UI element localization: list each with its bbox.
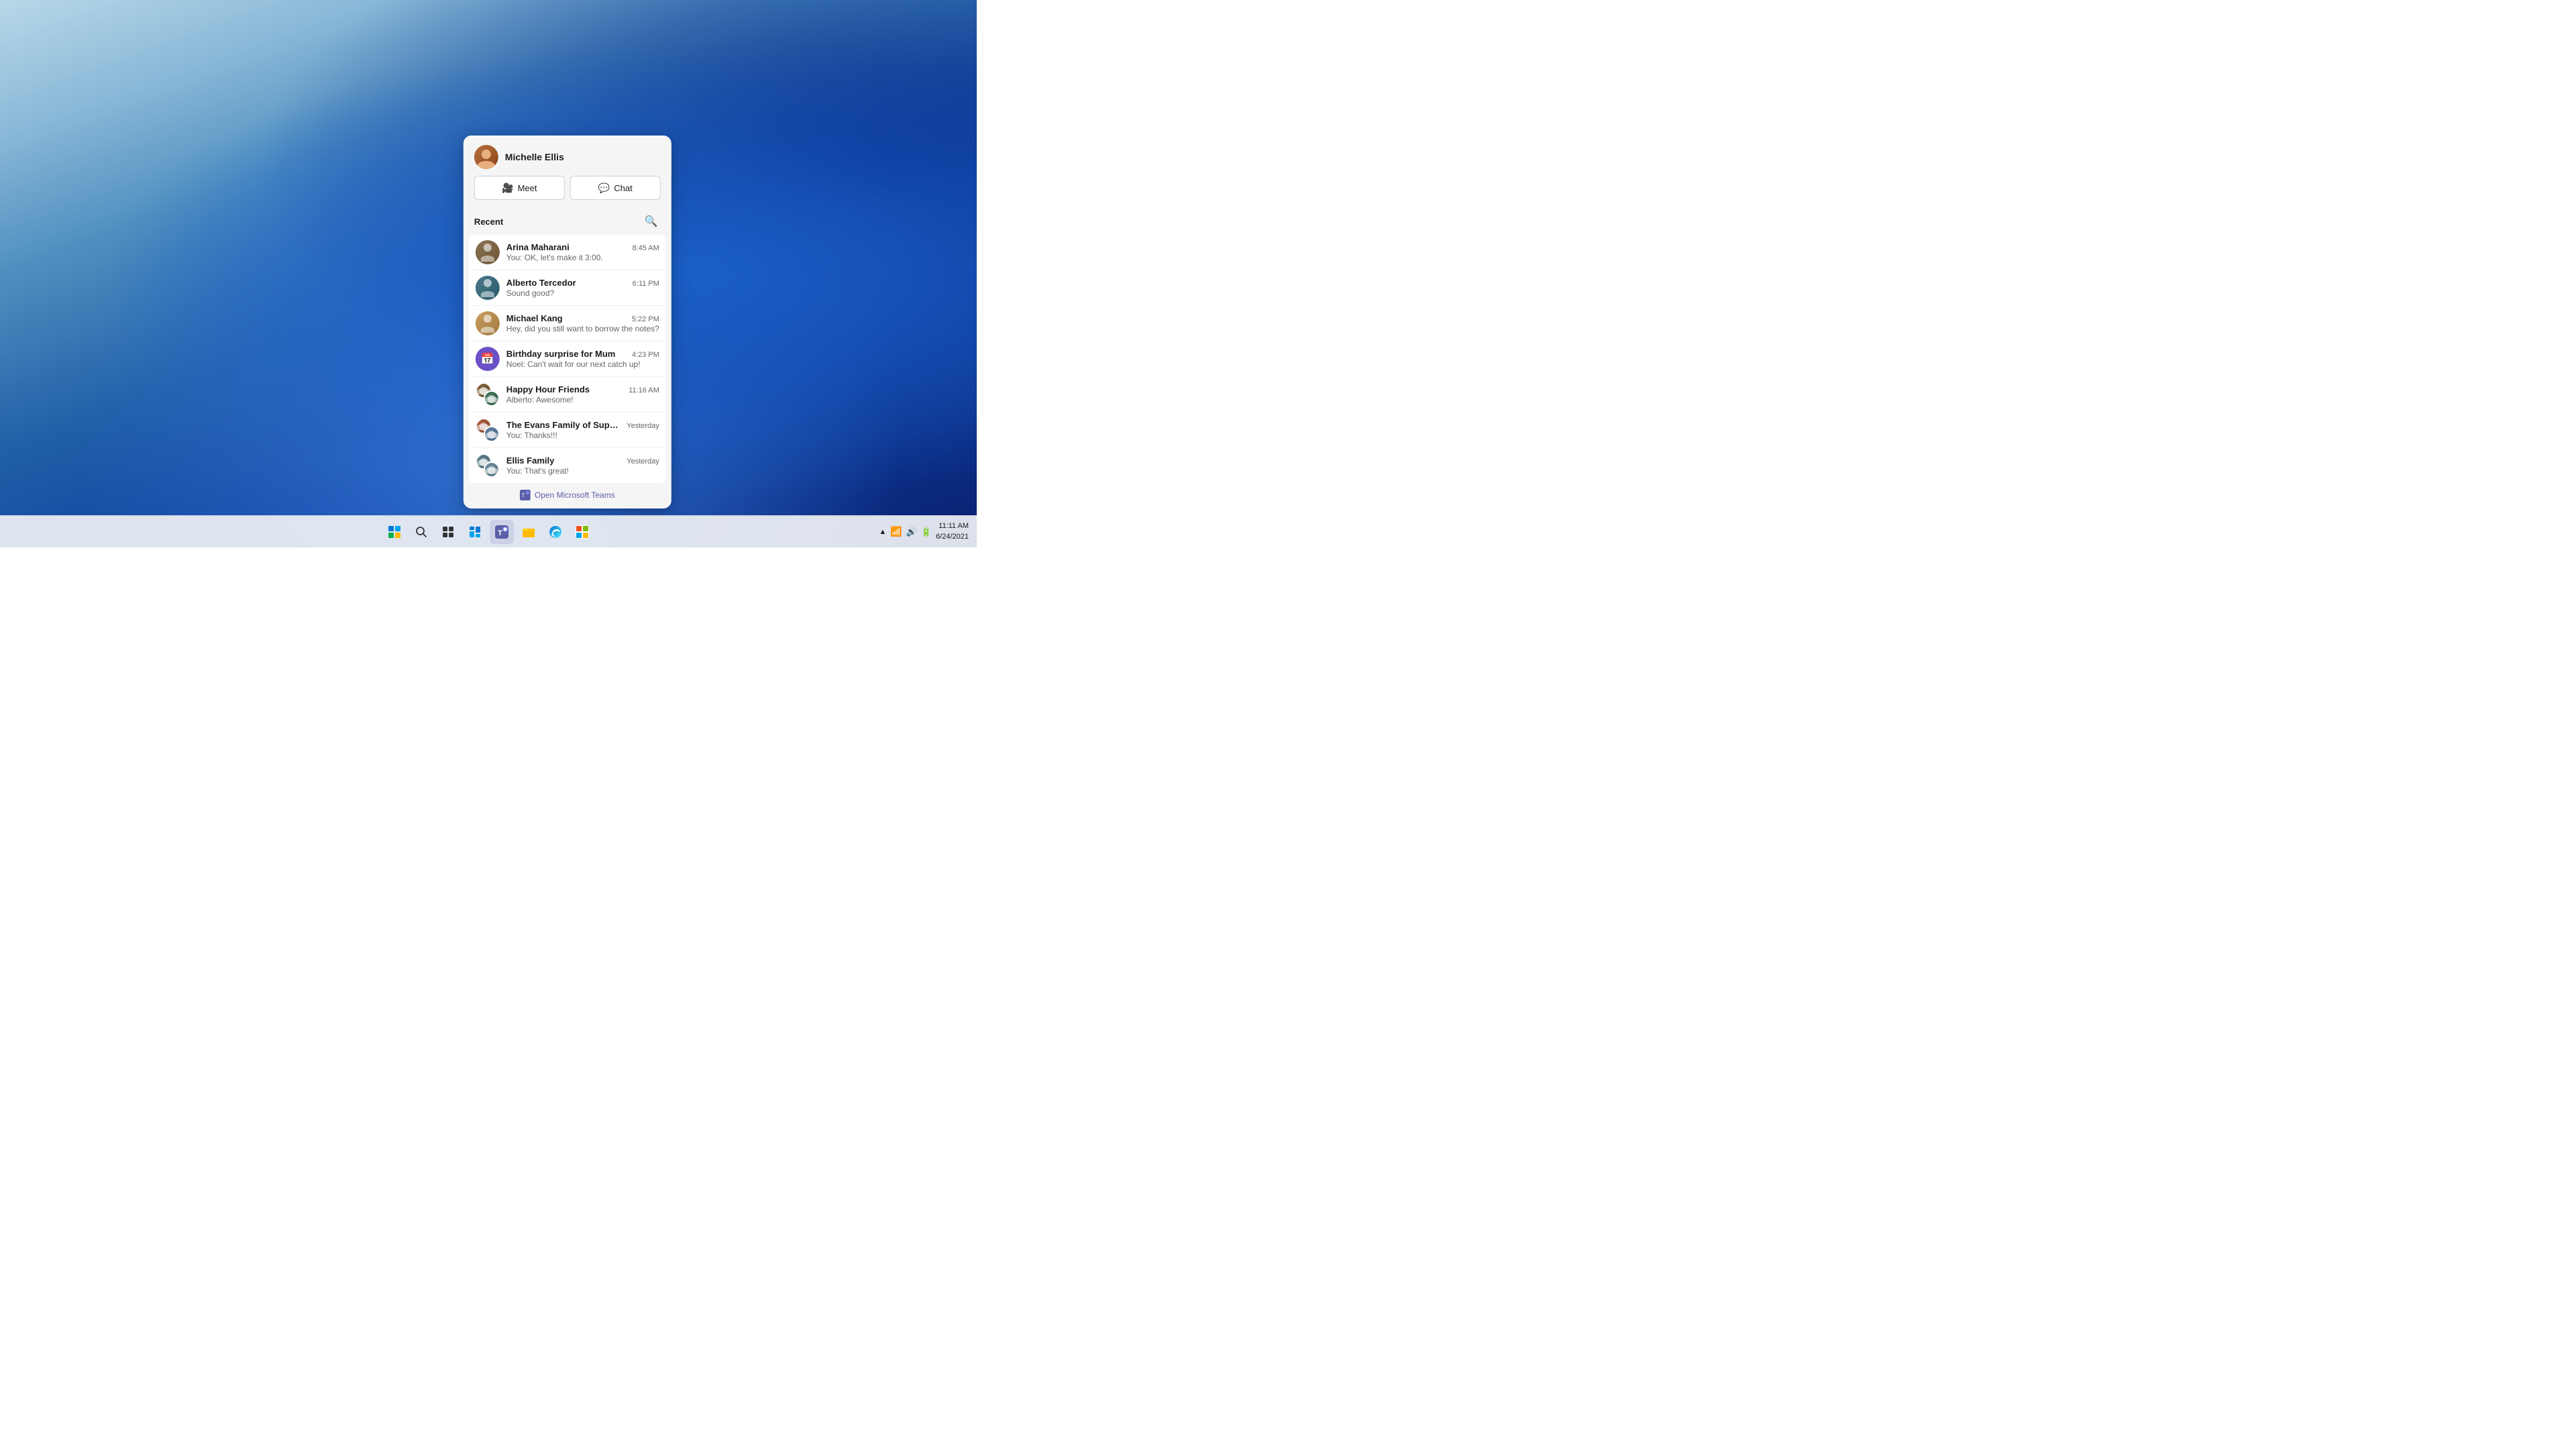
calendar-icon: 📅	[481, 352, 494, 366]
avatar-ellis	[476, 453, 500, 478]
chat-name-evans: The Evans Family of Supers	[506, 420, 621, 430]
popup-actions: 🎥 Meet 💬 Chat	[464, 176, 672, 208]
video-icon: 🎥	[502, 182, 513, 194]
widgets-button[interactable]	[463, 520, 487, 544]
chat-time-evans: Yesterday	[627, 422, 659, 430]
chat-label: Chat	[614, 183, 632, 193]
chat-time-alberto: 6:11 PM	[633, 280, 659, 288]
edge-button[interactable]	[543, 520, 568, 544]
chat-info-birthday: Birthday surprise for Mum 4:23 PM Noel: …	[506, 349, 659, 369]
taskbar-right: ▲ 📶 🔊 🔋 11:11 AM 6/24/2021	[879, 521, 977, 542]
chat-info-michael: Michael Kang 5:22 PM Hey, did you still …	[506, 313, 659, 333]
teams-taskbar-icon: T	[495, 525, 508, 539]
store-button[interactable]	[570, 520, 594, 544]
chat-item-evans[interactable]: The Evans Family of Supers Yesterday You…	[469, 413, 666, 448]
chat-info-arina: Arina Maharani 8:45 AM You: OK, let's ma…	[506, 242, 659, 262]
search-recent-button[interactable]: 🔍	[642, 212, 661, 231]
teams-taskbar-button[interactable]: T	[490, 520, 514, 544]
clock-time: 11:11 AM	[936, 521, 969, 531]
avatar-evans	[476, 418, 500, 442]
popup-header: Michelle Ellis	[464, 136, 672, 176]
chat-list: Arina Maharani 8:45 AM You: OK, let's ma…	[469, 235, 666, 483]
avatar-arina	[476, 240, 500, 264]
chat-preview-birthday: Noel: Can't wait for our next catch up!	[506, 360, 659, 369]
popup-username: Michelle Ellis	[505, 152, 564, 162]
chat-item-happy[interactable]: Happy Hour Friends 11:16 AM Alberto: Awe…	[469, 377, 666, 413]
chat-button[interactable]: 💬 Chat	[570, 176, 661, 200]
recent-header: Recent 🔍	[464, 208, 672, 235]
taskview-button[interactable]	[436, 520, 460, 544]
meet-label: Meet	[518, 183, 537, 193]
svg-text:T: T	[522, 493, 525, 499]
chat-name-arina: Arina Maharani	[506, 242, 570, 252]
windows-logo	[388, 526, 400, 538]
clock-date: 6/24/2021	[936, 532, 969, 542]
teams-chat-popup: Michelle Ellis 🎥 Meet 💬 Chat Recent 🔍	[464, 136, 672, 508]
chat-time-arina: 8:45 AM	[632, 244, 659, 252]
teams-icon: T	[520, 490, 531, 500]
user-avatar	[474, 145, 498, 169]
chat-icon: 💬	[598, 182, 610, 194]
widgets-icon	[469, 526, 481, 538]
taskbar-center: T	[382, 520, 594, 544]
chevron-icon[interactable]: ▲	[879, 528, 886, 536]
chat-preview-happy: Alberto: Awesome!	[506, 395, 659, 405]
open-teams-label: Open Microsoft Teams	[535, 490, 615, 500]
svg-text:T: T	[498, 529, 502, 537]
chat-info-happy: Happy Hour Friends 11:16 AM Alberto: Awe…	[506, 384, 659, 405]
volume-icon[interactable]: 🔊	[906, 527, 917, 537]
popup-footer[interactable]: T Open Microsoft Teams	[464, 483, 672, 508]
chat-preview-michael: Hey, did you still want to borrow the no…	[506, 324, 659, 333]
chat-item-alberto[interactable]: Alberto Tercedor 6:11 PM Sound good?	[469, 270, 666, 306]
search-taskbar-button[interactable]	[409, 520, 433, 544]
chat-time-ellis: Yesterday	[627, 458, 659, 466]
chat-info-ellis: Ellis Family Yesterday You: That's great…	[506, 455, 659, 476]
system-tray: ▲ 📶 🔊 🔋	[879, 526, 932, 537]
start-button[interactable]	[382, 520, 407, 544]
chat-item-ellis[interactable]: Ellis Family Yesterday You: That's great…	[469, 448, 666, 483]
meet-button[interactable]: 🎥 Meet	[474, 176, 565, 200]
chat-info-alberto: Alberto Tercedor 6:11 PM Sound good?	[506, 278, 659, 298]
chat-item-michael[interactable]: Michael Kang 5:22 PM Hey, did you still …	[469, 306, 666, 341]
chat-name-birthday: Birthday surprise for Mum	[506, 349, 616, 359]
chat-preview-ellis: You: That's great!	[506, 466, 659, 476]
chat-name-ellis: Ellis Family	[506, 455, 555, 466]
avatar-birthday: 📅	[476, 347, 500, 371]
chat-preview-alberto: Sound good?	[506, 288, 659, 298]
search-taskbar-icon	[415, 526, 427, 538]
desktop: Michelle Ellis 🎥 Meet 💬 Chat Recent 🔍	[0, 0, 977, 547]
chat-info-evans: The Evans Family of Supers Yesterday You…	[506, 420, 659, 440]
taskbar-clock[interactable]: 11:11 AM 6/24/2021	[936, 521, 969, 542]
chat-preview-arina: You: OK, let's make it 3:00.	[506, 253, 659, 262]
chat-name-alberto: Alberto Tercedor	[506, 278, 576, 288]
avatar-alberto	[476, 276, 500, 300]
chat-item-birthday[interactable]: 📅 Birthday surprise for Mum 4:23 PM Noel…	[469, 341, 666, 377]
taskbar: T	[0, 515, 977, 547]
chat-time-michael: 5:22 PM	[632, 315, 659, 323]
battery-icon[interactable]: 🔋	[921, 527, 932, 537]
explorer-button[interactable]	[517, 520, 541, 544]
recent-label: Recent	[474, 217, 503, 227]
avatar-happy	[476, 382, 500, 407]
chat-name-happy: Happy Hour Friends	[506, 384, 590, 394]
store-icon	[576, 525, 589, 539]
explorer-icon	[522, 525, 535, 539]
chat-preview-evans: You: Thanks!!!	[506, 431, 659, 440]
avatar-michael	[476, 311, 500, 335]
chat-name-michael: Michael Kang	[506, 313, 563, 323]
chat-time-happy: 11:16 AM	[629, 386, 659, 394]
wifi-icon[interactable]: 📶	[890, 526, 902, 537]
chat-item-arina[interactable]: Arina Maharani 8:45 AM You: OK, let's ma…	[469, 235, 666, 270]
chat-time-birthday: 4:23 PM	[632, 351, 659, 359]
edge-icon	[549, 525, 562, 539]
taskview-icon	[442, 526, 454, 538]
